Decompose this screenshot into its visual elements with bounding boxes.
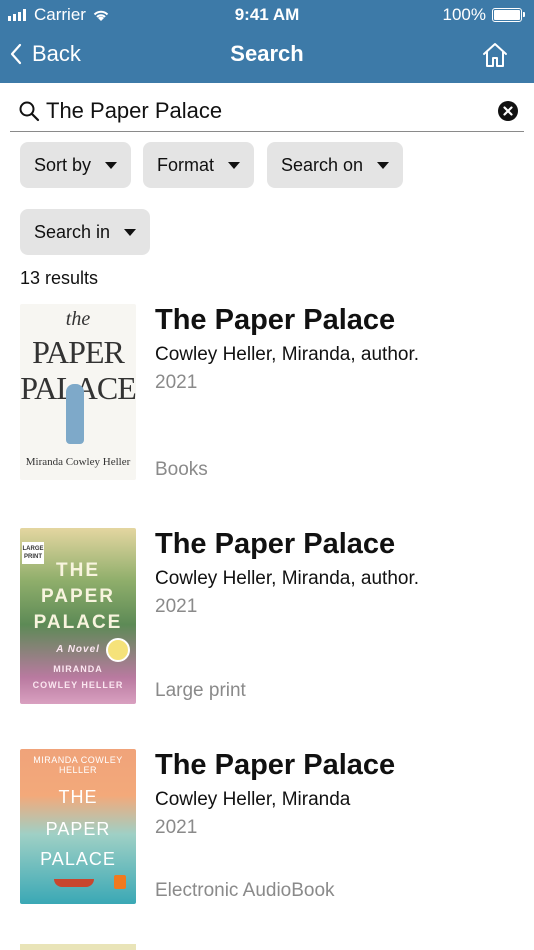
result-title: The Paper Palace xyxy=(155,749,396,781)
nav-bar: Back Search xyxy=(0,30,534,83)
cover-author: Miranda Cowley Heller xyxy=(25,456,131,468)
result-author: Cowley Heller, Miranda xyxy=(155,789,351,810)
cover-author: COWLEY HELLER xyxy=(32,680,124,690)
result-item[interactable]: the PAPER PALACE Miranda Cowley Heller T… xyxy=(0,304,534,504)
search-in-filter[interactable]: Search in xyxy=(20,209,151,255)
search-icon xyxy=(19,101,40,122)
cover-title-line: PAPER xyxy=(45,819,111,839)
search-in-label: Search in xyxy=(34,221,111,242)
sort-by-label: Sort by xyxy=(34,154,92,175)
book-cover: LARGE PRINT THE PAPER PALACE A Novel MIR… xyxy=(20,528,136,704)
cover-title-line: PAPER xyxy=(40,586,116,607)
result-title: The Paper Palace xyxy=(155,528,396,560)
cover-title-line: PAPER xyxy=(32,334,125,370)
caret-down-icon xyxy=(377,161,390,169)
cover-title-line: THE xyxy=(58,787,98,807)
cover-author: MIRANDA xyxy=(53,664,103,674)
home-button[interactable] xyxy=(480,40,510,70)
battery-percent: 100% xyxy=(442,5,486,24)
cover-boat xyxy=(54,879,94,887)
search-input[interactable] xyxy=(46,96,486,126)
next-result-cover-peek xyxy=(20,944,136,950)
home-icon xyxy=(483,43,507,67)
page-title: Search xyxy=(230,41,304,66)
caret-down-icon xyxy=(124,228,137,236)
publisher-logo xyxy=(114,875,126,889)
caret-down-icon xyxy=(228,161,241,169)
cover-author: MIRANDA COWLEY HELLER xyxy=(33,755,123,775)
result-item[interactable]: LARGE PRINT THE PAPER PALACE A Novel MIR… xyxy=(0,528,534,728)
result-author: Cowley Heller, Miranda, author. xyxy=(155,568,420,589)
format-filter[interactable]: Format xyxy=(143,142,255,188)
result-year: 2021 xyxy=(155,596,198,617)
cover-title-line: the xyxy=(65,308,91,330)
search-on-filter[interactable]: Search on xyxy=(267,142,404,188)
book-cover: the PAPER PALACE Miranda Cowley Heller xyxy=(20,304,136,480)
result-year: 2021 xyxy=(155,817,198,838)
search-bar xyxy=(10,92,524,132)
app-header: Carrier 9:41 AM 100% Back Search xyxy=(0,0,534,83)
book-cover: MIRANDA COWLEY HELLER THE PAPER PALACE xyxy=(20,749,136,904)
caret-down-icon xyxy=(105,161,118,169)
cover-subtitle: A Novel xyxy=(56,644,100,655)
cover-illustration xyxy=(66,384,84,444)
result-format: Electronic AudioBook xyxy=(155,880,335,901)
search-on-label: Search on xyxy=(281,154,364,175)
sort-by-filter[interactable]: Sort by xyxy=(20,142,132,188)
battery-icon xyxy=(492,8,525,22)
result-format: Large print xyxy=(155,680,246,701)
cover-title-line: PALACE xyxy=(40,849,116,869)
cover-title-line: PALACE xyxy=(33,612,123,633)
result-format: Books xyxy=(155,459,208,480)
format-label: Format xyxy=(157,154,215,175)
battery-group: 100% xyxy=(442,5,525,25)
cover-title-line: THE xyxy=(56,560,100,581)
result-item[interactable]: MIRANDA COWLEY HELLER THE PAPER PALACE T… xyxy=(0,749,534,949)
close-icon xyxy=(503,106,513,116)
clear-search-button[interactable] xyxy=(498,101,518,121)
result-year: 2021 xyxy=(155,372,198,393)
results-count: 13 results xyxy=(20,268,99,288)
status-bar: Carrier 9:41 AM 100% xyxy=(0,0,534,30)
result-author: Cowley Heller, Miranda, author. xyxy=(155,344,420,365)
result-title: The Paper Palace xyxy=(155,304,396,336)
